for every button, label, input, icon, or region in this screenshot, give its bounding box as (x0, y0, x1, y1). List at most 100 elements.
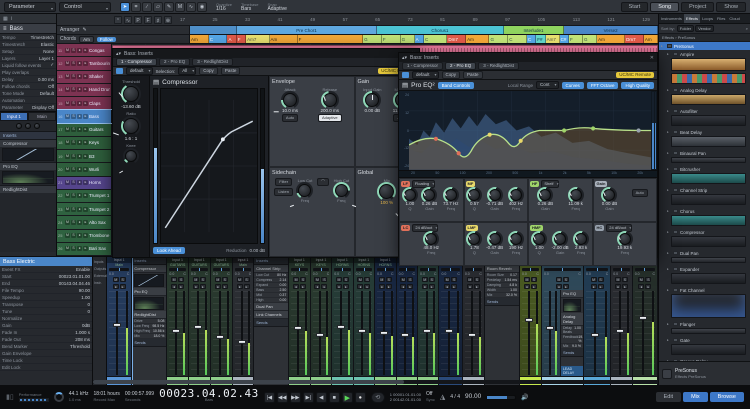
mixer-channel-trombone[interactable]: Input 1HORNS0.0CMS●▸Trombone (396, 257, 419, 385)
Dual Pan-preview-thumbnail[interactable] (671, 257, 746, 263)
fader-cap[interactable] (113, 322, 122, 327)
channel-output-label[interactable]: KEYS (289, 263, 309, 267)
band-tag-hc[interactable]: HC (594, 225, 605, 231)
chord-f[interactable]: F (236, 35, 247, 43)
browser-item-chorus[interactable]: ▸ Chorus (659, 207, 750, 215)
solo-button[interactable]: S (71, 74, 76, 80)
insert-tab-2-pro-eq[interactable]: 2 - Pro EQ (445, 62, 477, 70)
chord-am7[interactable]: Am7 (246, 35, 270, 43)
browser-item-compressor[interactable]: ▸ Compressor (659, 228, 750, 236)
channel-fader[interactable] (190, 291, 208, 375)
event-row-edit-lock[interactable]: Edit Lock (0, 364, 92, 371)
expand-arrow-icon[interactable]: ▸ (667, 52, 671, 56)
metronome-volume-slider[interactable] (486, 394, 517, 400)
record-arm-button[interactable]: ● (523, 284, 530, 289)
mixer-channel-listen-bus[interactable]: OUTMain0.0CMS●▸Listen Bus (611, 257, 633, 385)
browser-tab-instruments[interactable]: Instruments (659, 14, 684, 23)
fast-forward-button[interactable]: ▶▶ (289, 391, 301, 403)
chord-a[interactable]: A (414, 35, 424, 43)
band-tag-gain[interactable]: Gain (594, 181, 608, 187)
range-tool-button[interactable]: ⌗ (131, 1, 141, 12)
browser-item-gate[interactable]: ▸ Gate (659, 336, 750, 344)
inspector-row-play-overlaps[interactable]: Play overlaps (0, 69, 56, 76)
pan-control[interactable] (464, 268, 482, 271)
mute-button[interactable]: M (378, 277, 385, 282)
monitor-button[interactable]: ▸ (364, 284, 371, 289)
sends-header[interactable]: Sends (560, 349, 583, 357)
record-button[interactable]: ● (77, 180, 82, 186)
inspector-value[interactable]: Off (48, 84, 54, 89)
fader-cap[interactable] (237, 339, 246, 344)
record-button[interactable]: ● (77, 193, 82, 199)
channel-fader[interactable] (377, 291, 394, 375)
chord-c[interactable]: C (526, 35, 537, 43)
chord-c[interactable]: C (208, 35, 228, 43)
channel-fader[interactable] (543, 291, 558, 375)
mute-button[interactable]: M (65, 193, 70, 199)
page-tab-project[interactable]: Project (681, 1, 715, 12)
stop-button[interactable]: ■ (328, 391, 340, 403)
channel-output-label[interactable]: HORNS (375, 263, 395, 267)
insert-tab-1-compressor[interactable]: 1 - Compressor (116, 58, 158, 66)
time-signature[interactable]: 4 / 4 (450, 394, 460, 400)
chord-f[interactable]: F# (536, 35, 546, 43)
collapse-icon[interactable]: ▴▾ (402, 55, 407, 61)
record-arm-button[interactable]: ● (555, 284, 562, 289)
arranger-section-verse2[interactable]: Verse2 (564, 26, 658, 34)
pan-knob-icon[interactable] (25, 123, 31, 129)
loop-button[interactable]: ⟲ (370, 391, 385, 403)
channel-fader[interactable] (212, 291, 230, 375)
inserts-header[interactable]: Inserts (0, 131, 56, 139)
local-range-dropdown[interactable]: Cont (536, 81, 559, 89)
expand-arrow-icon[interactable]: ▸ (667, 109, 671, 113)
arranger-section-interlude1[interactable]: Interlude1 (503, 26, 565, 34)
record-arm-button[interactable]: ● (400, 284, 407, 289)
pan-control[interactable] (543, 268, 581, 271)
mute-button[interactable]: M (65, 113, 70, 119)
chord-dm7[interactable]: Dm7 (625, 35, 644, 43)
event-value[interactable]: 0dB (82, 323, 90, 328)
pan-control[interactable] (377, 268, 394, 271)
fader-cap[interactable] (590, 333, 599, 337)
record-button[interactable]: ● (77, 74, 82, 80)
chord-am7[interactable]: Am7 (545, 35, 560, 43)
mixer-channel-trumpet-1[interactable]: Input 1HORNS0.0CMS●▸Trumpet 1 (332, 257, 354, 385)
record-arm-button[interactable]: ● (466, 284, 473, 289)
preset-dropdown[interactable]: default (126, 67, 153, 75)
mute-button[interactable]: M (236, 277, 243, 282)
monitor-button[interactable]: ▸ (83, 74, 88, 80)
record-button[interactable]: ● (354, 391, 366, 403)
lmf-q-knob[interactable] (468, 233, 481, 245)
snap-group[interactable]: Snap Adaptive (267, 2, 286, 12)
mixer-channel-alto-sax[interactable]: Input 1HORNS0.0CMS●▸Alto Sax (375, 257, 397, 385)
track-header-bari-sax[interactable]: 26 M S ● ▸ Bari Sax (57, 242, 112, 255)
solo-button[interactable]: S (71, 140, 76, 146)
solo-button[interactable]: S (71, 193, 76, 199)
record-button[interactable]: ● (77, 233, 82, 239)
monitor-button[interactable]: ▸ (451, 284, 458, 289)
monitor-button[interactable]: ▸ (199, 284, 206, 289)
mute-button[interactable]: M (523, 277, 530, 282)
channel-output-label[interactable]: GUITARS (189, 263, 210, 267)
Binaural Pan-preview-thumbnail[interactable] (671, 157, 746, 163)
solo-button[interactable]: S (119, 277, 126, 282)
monitor-button[interactable]: ▸ (83, 60, 88, 66)
insert-dual-pan[interactable]: Dual Pan (254, 303, 289, 311)
solo-button[interactable]: S (300, 277, 307, 282)
param-delay-beats[interactable]: Delay Beats 1.00 (560, 326, 583, 335)
solo-button[interactable]: S (530, 277, 537, 282)
solo-button[interactable]: S (71, 113, 76, 119)
track-header-trombone[interactable]: 25 M S ● ▸ Trombone (57, 229, 112, 242)
eq-curve-display[interactable] (409, 91, 651, 170)
menu-icon[interactable]: ≡ (3, 26, 7, 32)
mixer-channel-bass[interactable]: Input 1Main0.0CMS●▸Bass (107, 257, 134, 385)
event-row-fade-out[interactable]: Fade Out 208 ms (0, 336, 92, 343)
quantize-value[interactable]: 1/16 (216, 6, 232, 12)
mute-button[interactable]: M (65, 87, 70, 93)
monitor-button[interactable]: ▸ (385, 284, 392, 289)
sends-header[interactable]: Sends (132, 339, 167, 347)
solo-button[interactable]: S (71, 100, 76, 106)
low-cut-knob[interactable] (298, 183, 312, 197)
monitor-button[interactable]: ▸ (83, 219, 88, 225)
mixer-channel-guitar[interactable]: Input 1GUITARS0.0CMS●▸Guitar (167, 257, 189, 385)
